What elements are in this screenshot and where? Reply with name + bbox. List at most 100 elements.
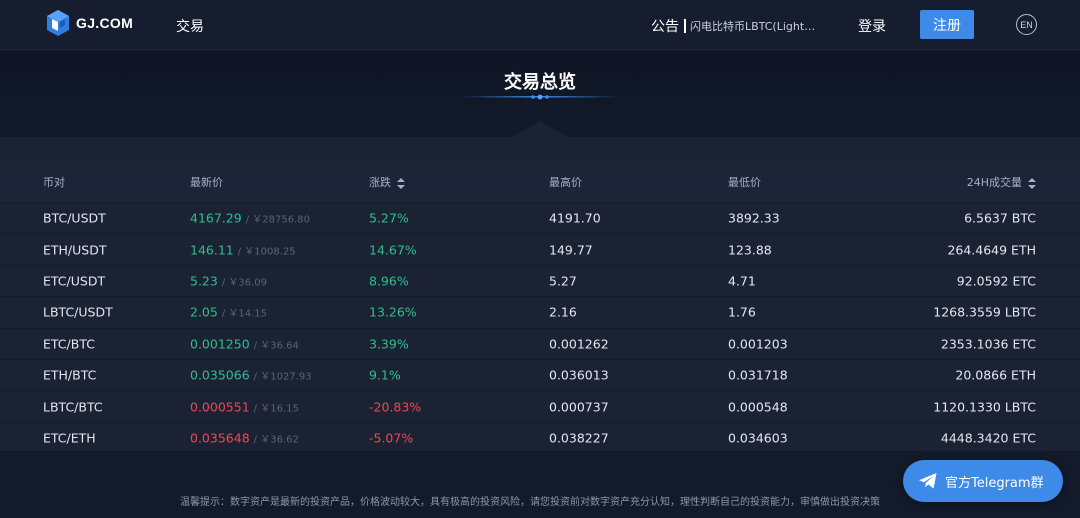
volume-cell: 6.5637 BTC [964,210,1036,226]
pair-cell: LBTC/BTC [43,399,103,415]
table-header: 币对 最新价 涨跌 最高价 最低价 24H成交量 [0,162,1080,202]
title-underline-decoration [460,94,620,100]
price-value: 2.05 [190,304,218,320]
price-cny: / ￥1027.93 [253,371,312,383]
table-row[interactable]: LBTC/USDT 2.05/ ￥14.15 13.26% 2.16 1.76 … [0,296,1080,328]
column-header-change[interactable]: 涨跌 [369,174,405,190]
column-header-pair: 币对 [43,176,65,189]
price-cny: / ￥36.62 [253,434,299,446]
site-logo[interactable]: GJ.COM [47,10,133,36]
price-value: 0.035066 [190,367,250,383]
login-link[interactable]: 登录 [858,16,886,36]
price-cny: / ￥28756.80 [245,214,310,226]
pair-cell: ETH/USDT [43,242,107,258]
price-cny: / ￥36.64 [253,340,299,352]
table-row[interactable]: LBTC/BTC 0.000551/ ￥16.15 -20.83% 0.0007… [0,390,1080,422]
pair-cell: BTC/USDT [43,210,106,226]
price-cny: / ￥14.15 [221,308,268,320]
pair-cell: ETC/USDT [43,273,106,289]
price-cell: 0.001250/ ￥36.64 [190,336,299,351]
table-row[interactable]: BTC/USDT 4167.29/ ￥28756.80 5.27% 4191.7… [0,202,1080,234]
change-cell: 3.39% [369,336,409,352]
table-top-strip [0,137,1080,162]
price-value: 146.11 [190,242,234,258]
high-cell: 0.036013 [549,367,609,383]
change-cell: 13.26% [369,304,417,320]
price-cell: 5.23/ ￥36.09 [190,273,267,288]
nav-item-trade[interactable]: 交易 [176,16,204,36]
price-value: 0.000551 [190,399,250,415]
risk-disclaimer: 温馨提示：数字资产是最新的投资产品，价格波动较大，具有极高的投资风险，请您投资前… [180,497,880,508]
high-cell: 149.77 [549,242,593,258]
low-cell: 1.76 [728,304,756,320]
high-cell: 0.000737 [549,399,609,415]
volume-cell: 1120.1330 LBTC [933,399,1036,415]
price-cny: / ￥1008.25 [237,246,296,258]
pair-cell: LBTC/USDT [43,304,113,320]
high-cell: 5.27 [549,273,577,289]
high-cell: 2.16 [549,304,577,320]
price-cell: 4167.29/ ￥28756.80 [190,211,310,226]
announcement-text[interactable]: 闪电比特币LBTC(Lightning Bitcoin) [690,18,820,34]
table-row[interactable]: ETH/BTC 0.035066/ ￥1027.93 9.1% 0.036013… [0,358,1080,391]
table-row[interactable]: ETC/ETH 0.035648/ ￥36.62 -5.07% 0.038227… [0,421,1080,454]
table-row[interactable]: ETC/BTC 0.001250/ ￥36.64 3.39% 0.001262 … [0,327,1080,359]
volume-cell: 20.0866 ETH [955,367,1036,383]
price-cell: 0.035648/ ￥36.62 [190,430,299,445]
price-cny: / ￥36.09 [221,277,268,289]
change-cell: -20.83% [369,399,422,415]
market-table: 币对 最新价 涨跌 最高价 最低价 24H成交量 BTC/USDT 4167.2… [0,162,1080,454]
pair-cell: ETH/BTC [43,367,97,383]
announcement-divider [684,19,686,33]
low-cell: 0.001203 [728,336,788,352]
telegram-group-button[interactable]: 官方Telegram群 [903,460,1063,502]
register-button[interactable]: 注册 [920,10,974,39]
column-header-volume[interactable]: 24H成交量 [967,174,1036,190]
gj-logo-icon [47,10,69,36]
column-header-low: 最低价 [728,176,761,189]
sort-icon[interactable] [397,177,405,189]
telegram-icon [919,473,937,489]
price-cny: / ￥16.15 [253,403,299,415]
low-cell: 4.71 [728,273,756,289]
low-cell: 0.000548 [728,399,788,415]
volume-cell: 1268.3559 LBTC [933,304,1036,320]
price-cell: 146.11/ ￥1008.25 [190,242,296,257]
pair-cell: ETC/BTC [43,336,95,352]
volume-cell: 92.0592 ETC [956,273,1036,289]
announcement-label: 公告 [651,19,679,35]
announcement[interactable]: 公告 闪电比特币LBTC(Lightning Bitcoin) [651,16,820,36]
price-cell: 2.05/ ￥14.15 [190,305,267,320]
top-header: GJ.COM 交易 公告 闪电比特币LBTC(Lightning Bitcoin… [0,0,1080,50]
change-cell: 14.67% [369,242,417,258]
change-cell: -5.07% [369,430,414,446]
volume-cell: 2353.1036 ETC [940,336,1036,352]
high-cell: 4191.70 [549,210,601,226]
change-cell: 8.96% [369,273,409,289]
price-value: 0.001250 [190,336,250,352]
price-cell: 0.035066/ ￥1027.93 [190,368,312,383]
page-title: 交易总览 [504,72,576,93]
price-value: 4167.29 [190,210,242,226]
high-cell: 0.001262 [549,336,609,352]
price-value: 0.035648 [190,430,250,446]
change-cell: 9.1% [369,367,401,383]
volume-cell: 264.4649 ETH [947,242,1036,258]
low-cell: 0.034603 [728,430,788,446]
low-cell: 3892.33 [728,210,780,226]
change-cell: 5.27% [369,210,409,226]
banner-pointer [511,121,569,138]
table-row[interactable]: ETH/USDT 146.11/ ￥1008.25 14.67% 149.77 … [0,233,1080,265]
low-cell: 0.031718 [728,367,788,383]
column-header-change-label: 涨跌 [369,176,391,189]
price-value: 5.23 [190,273,218,289]
high-cell: 0.038227 [549,430,609,446]
column-header-volume-label: 24H成交量 [966,176,1022,189]
column-header-price: 最新价 [190,176,223,189]
telegram-group-label: 官方Telegram群 [945,475,1044,491]
language-switch[interactable]: EN [1016,14,1037,35]
low-cell: 123.88 [728,242,772,258]
logo-text: GJ.COM [76,15,134,31]
sort-icon[interactable] [1028,177,1036,189]
table-row[interactable]: ETC/USDT 5.23/ ￥36.09 8.96% 5.27 4.71 92… [0,264,1080,297]
